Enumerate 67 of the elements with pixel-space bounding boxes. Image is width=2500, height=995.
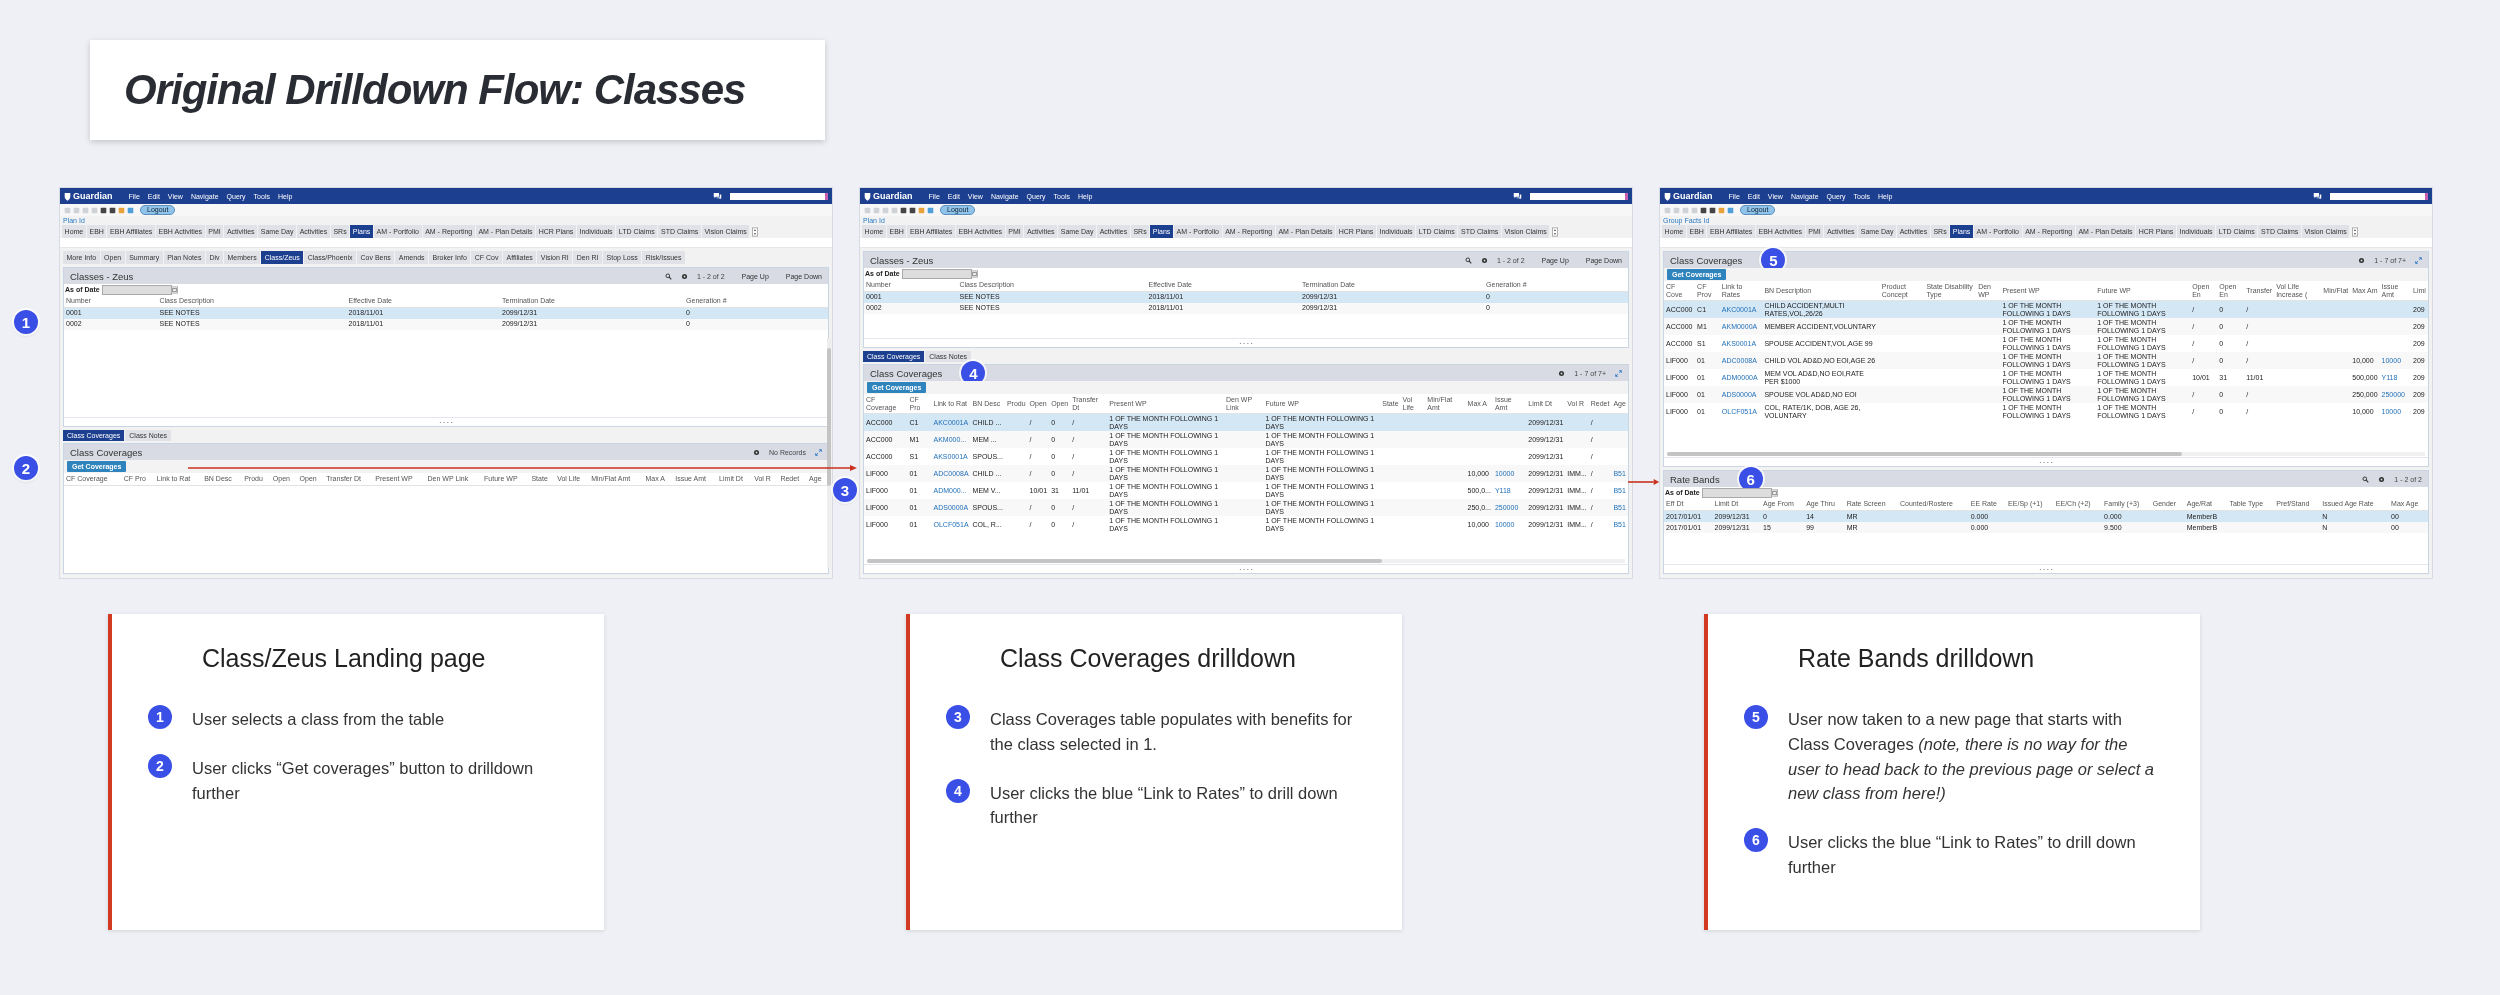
horizontal-scrollbar[interactable] [867,559,1625,563]
chat-icon[interactable] [1513,192,1522,200]
step-badge: 3 [833,478,857,502]
settings-icon[interactable] [680,272,688,280]
step-badge: 1 [148,705,172,729]
card-title: Rate Bands drilldown [1798,644,2036,673]
step-badge: 3 [946,705,970,729]
flow-arrow [1628,478,1660,486]
scroll-button[interactable] [2352,226,2359,237]
step-badge: 5 [1744,705,1768,729]
chat-icon[interactable] [713,192,722,200]
panel-title: Class Coverages [70,446,143,458]
expand-icon[interactable] [1615,369,1622,377]
resize-grip-icon[interactable] [439,420,453,424]
settings-icon[interactable] [2358,256,2366,264]
date-field[interactable] [101,284,172,295]
date-field[interactable] [1701,487,1772,498]
step-text: User clicks “Get coverages” button to drilldown further [192,757,535,804]
panel-title: Class Coverages [870,367,943,379]
step-text: User selects a class from the table [192,709,445,730]
step-text: User clicks the blue “Link to Rates” to drill down further [1788,832,2137,878]
shield-icon [64,191,71,201]
expand-icon[interactable] [815,448,822,456]
resize-grip-icon[interactable] [1239,341,1253,345]
settings-icon[interactable] [1480,256,1488,264]
chat-icon[interactable] [2313,192,2322,200]
step-text: Class Coverages table populates with benefits for the class selected in 1. [990,709,1354,755]
step-badge: 2 [148,753,172,778]
step-text: User clicks the blue “Link to Rates” to drill down further [990,782,1339,829]
settings-icon[interactable] [2378,475,2386,483]
brand-logo: Guardian [873,191,913,201]
card-title: Class/Zeus Landing page [202,644,487,673]
shield-icon [864,191,871,201]
calendar-icon[interactable] [170,285,178,294]
step-badge: 2 [14,456,38,480]
step-badge: 1 [14,310,38,334]
search-icon[interactable] [2362,475,2370,483]
vertical-scrollbar[interactable] [827,338,831,568]
brand-logo: Guardian [73,191,113,201]
panel-title: Classes - Zeus [70,270,134,282]
panel-title: Class Coverages [1670,254,1743,266]
search-icon[interactable] [1464,256,1472,264]
search-field[interactable] [730,192,828,200]
expand-icon[interactable] [2415,256,2422,264]
scroll-button[interactable] [1552,226,1559,237]
scroll-button[interactable] [752,226,759,237]
card-title: Class Coverages drilldown [1000,644,1297,673]
search-field[interactable] [2330,192,2428,200]
step-badge: 4 [946,778,970,803]
date-field[interactable] [901,268,972,279]
calendar-icon[interactable] [970,269,978,278]
brand-logo: Guardian [1673,191,1713,201]
settings-icon[interactable] [753,448,761,456]
panel-title: Rate Bands [1670,473,1720,485]
step-text: User now taken to a new page that starts with Class Coverages (note, there is no way for the user to head back to the previous page or select a new class from here!) [1788,709,2155,805]
panel-title: Classes - Zeus [870,254,934,266]
board-title: Original Drilldown Flow: Classes [124,66,746,114]
search-field[interactable] [1530,192,1628,200]
resize-grip-icon[interactable] [2039,567,2053,571]
calendar-icon[interactable] [1770,488,1778,497]
settings-icon[interactable] [1558,369,1566,377]
horizontal-scrollbar[interactable] [1667,452,2425,457]
shield-icon [1664,191,1671,201]
resize-grip-icon[interactable] [1239,567,1253,571]
search-icon[interactable] [664,272,672,280]
step-badge: 6 [1744,828,1768,852]
resize-grip-icon[interactable] [2039,460,2053,464]
